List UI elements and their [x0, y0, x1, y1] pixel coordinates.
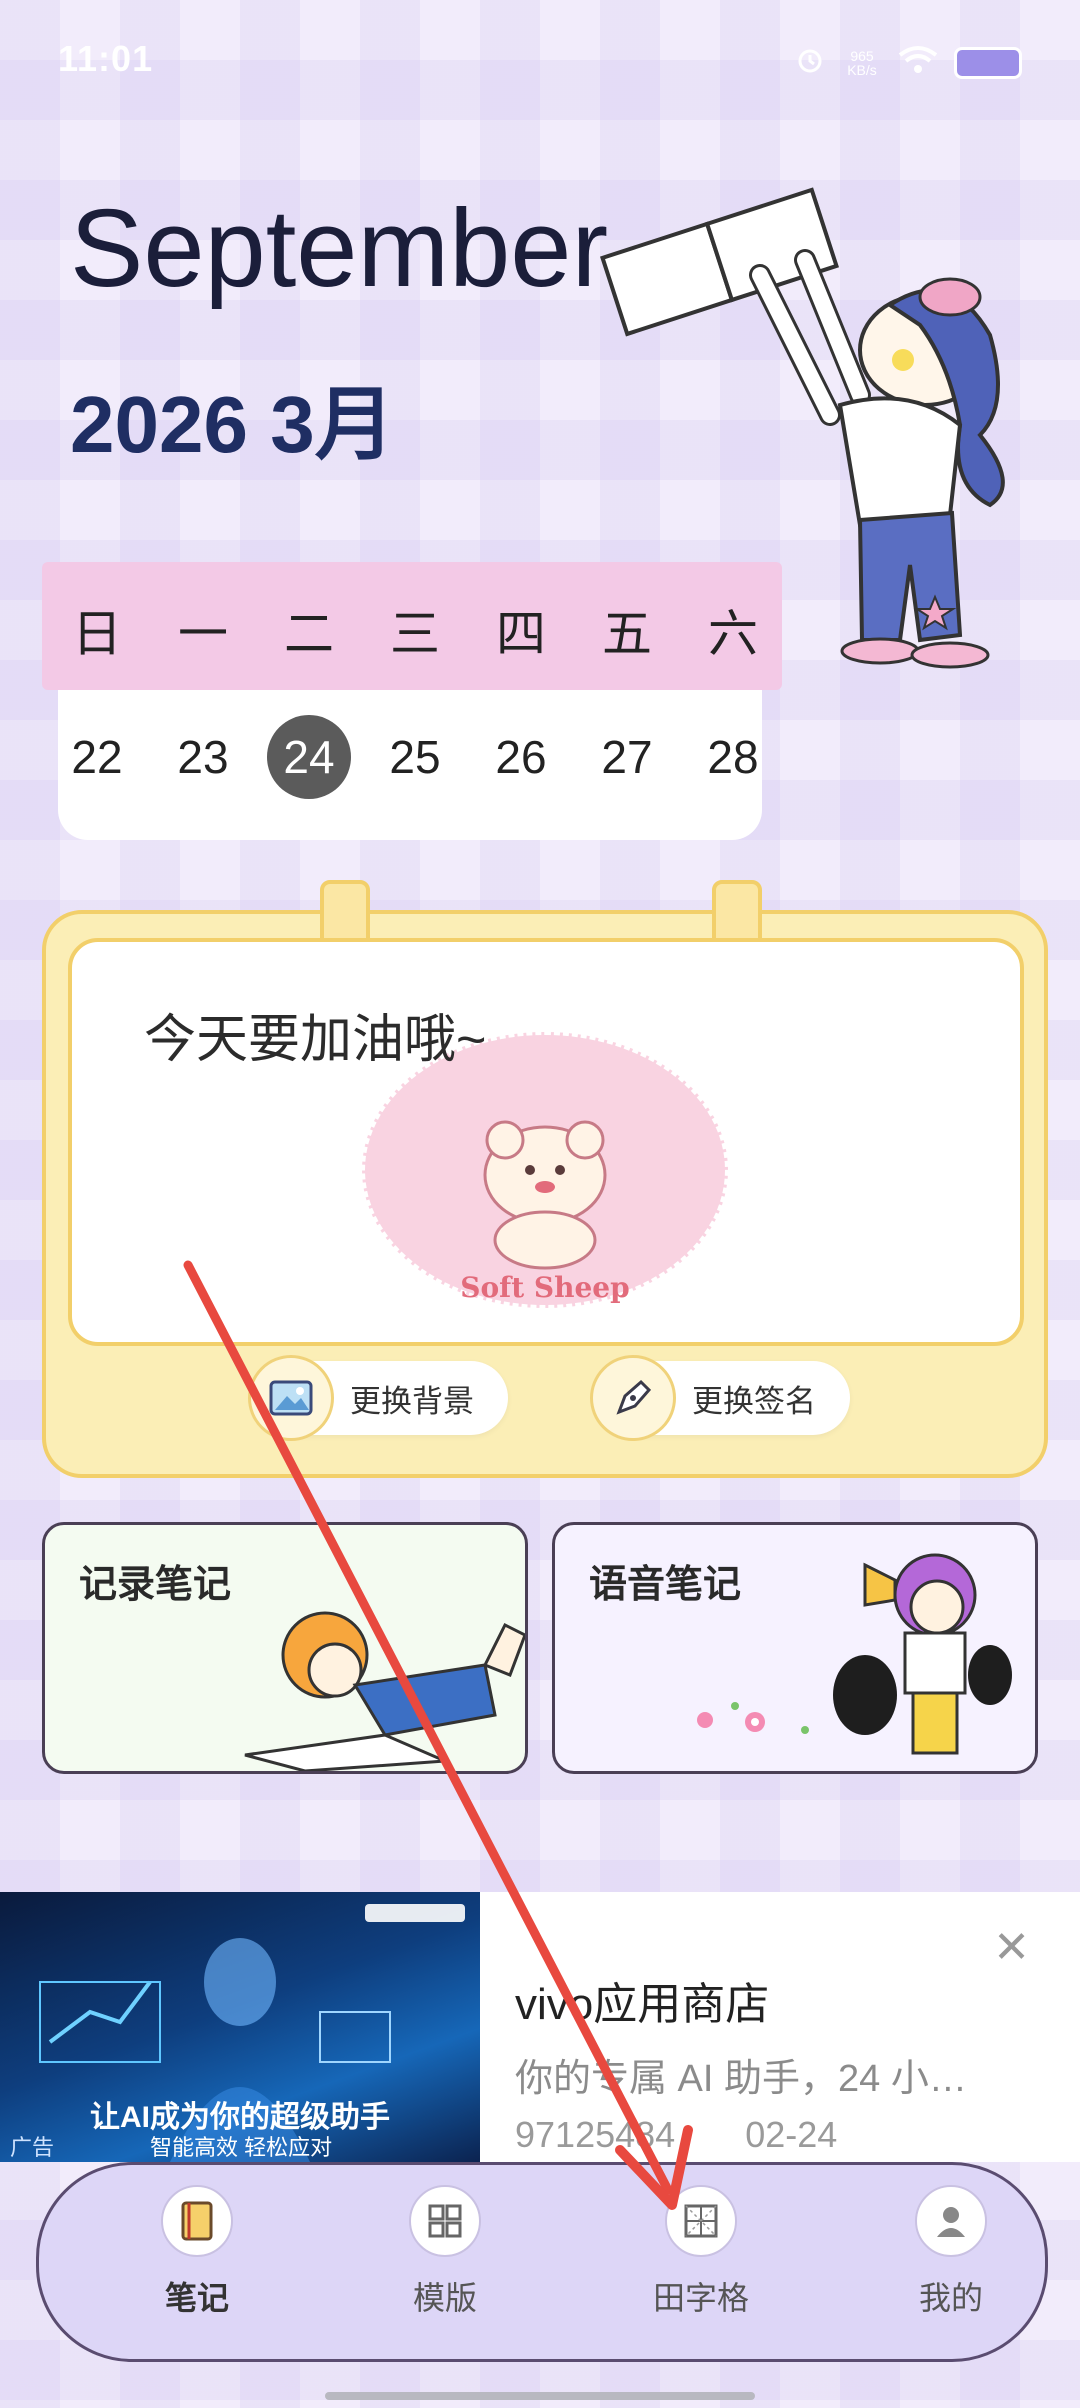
change-background-label: 更换背景	[350, 1383, 474, 1419]
nav-label: 田字格	[652, 2280, 749, 2316]
weekday-label: 日	[72, 606, 122, 662]
pen-icon	[590, 1355, 676, 1441]
weekday-label: 五	[602, 606, 652, 662]
ad-date: 02-24	[745, 2114, 838, 2155]
weekday-header: 日 一 二 三 四 五 六	[42, 562, 782, 690]
weekday-label: 一	[178, 606, 228, 662]
profile-icon	[915, 2185, 987, 2257]
weekday-label: 三	[390, 606, 440, 662]
year-month-title: 2026 3月	[70, 380, 395, 469]
date-cell-selected[interactable]: 24	[267, 715, 351, 799]
change-signature-label: 更换签名	[692, 1383, 816, 1419]
date-cell[interactable]: 22	[57, 730, 137, 784]
battery-icon	[954, 46, 1022, 79]
date-cell[interactable]: 23	[163, 730, 243, 784]
record-note-title: 记录笔记	[79, 1564, 232, 1606]
ad-meta: 97125484 02-24	[515, 2114, 837, 2156]
ad-image-subline: 智能高效 轻松应对	[150, 2135, 333, 2160]
board-canvas: Soft Sheep 今天要加油哦~	[68, 938, 1024, 1346]
network-speed: 965 KB/s	[847, 47, 877, 78]
notebook-icon	[161, 2185, 233, 2257]
ad-image[interactable]: 让AI成为你的超级助手 智能高效 轻松应对 广告	[0, 1892, 480, 2162]
nav-item-profile[interactable]: 我的	[881, 2185, 1021, 2319]
nav-item-tian-grid[interactable]: 田字格	[631, 2185, 771, 2319]
bottom-navigation: 笔记 模版 田字格 我的	[36, 2162, 1048, 2362]
date-cell[interactable]: 28	[693, 730, 773, 784]
alarm-icon	[794, 44, 826, 81]
weekday-label: 二	[284, 606, 334, 662]
ad-description[interactable]: 你的专属 AI 助手，24 小…	[515, 2047, 967, 2102]
weekday-label: 四	[496, 606, 546, 662]
change-signature-button[interactable]: 更换签名	[590, 1355, 850, 1441]
template-grid-icon	[409, 2185, 481, 2257]
nav-label: 我的	[918, 2280, 983, 2316]
image-icon	[248, 1355, 334, 1441]
boy-writing-illustration	[244, 1611, 525, 1771]
sheep-illustration: Soft Sheep	[362, 1032, 728, 1308]
ad-tag: 广告	[10, 2135, 55, 2160]
status-time: 11:01	[58, 38, 154, 79]
motto-board: Soft Sheep 今天要加油哦~ 更换背景 更换签名	[42, 880, 1048, 1478]
change-background-button[interactable]: 更换背景	[248, 1355, 508, 1441]
date-cell[interactable]: 27	[587, 730, 667, 784]
kid-megaphone-illustration	[833, 1553, 1012, 1755]
nav-item-templates[interactable]: 模版	[375, 2185, 515, 2319]
nav-label: 模版	[412, 2280, 477, 2316]
status-icons: 965 KB/s	[794, 44, 1022, 81]
dates-row: 22 23 24 25 26 27 28	[58, 690, 762, 840]
record-note-card[interactable]: 记录笔记	[42, 1522, 528, 1774]
status-bar: 11:01 965 KB/s	[0, 0, 1080, 120]
voice-note-title: 语音笔记	[589, 1564, 742, 1606]
home-indicator[interactable]	[325, 2392, 755, 2400]
nav-label: 笔记	[164, 2280, 229, 2316]
voice-note-card[interactable]: 语音笔记	[552, 1522, 1038, 1774]
date-cell[interactable]: 26	[481, 730, 561, 784]
ad-title[interactable]: vivo应用商店	[515, 1968, 769, 2032]
sheep-caption: Soft Sheep	[460, 1271, 629, 1304]
week-calendar: 日 一 二 三 四 五 六 22 23 24 25 26 27 28	[42, 562, 782, 844]
weekday-label: 六	[708, 606, 758, 662]
nav-item-notes[interactable]: 笔记	[127, 2185, 267, 2319]
ad-id: 97125484	[515, 2114, 676, 2155]
wifi-icon	[898, 45, 938, 80]
flower-decor-icon	[697, 1702, 809, 1734]
month-title: September	[70, 187, 609, 310]
slogan-text: 今天要加油哦~	[144, 1011, 487, 1069]
close-icon[interactable]: ✕	[993, 1922, 1030, 1973]
tian-grid-icon	[665, 2185, 737, 2257]
date-cell[interactable]: 25	[375, 730, 455, 784]
ad-banner[interactable]: 让AI成为你的超级助手 智能高效 轻松应对 广告 vivo应用商店 你的专属 A…	[0, 1892, 1080, 2162]
